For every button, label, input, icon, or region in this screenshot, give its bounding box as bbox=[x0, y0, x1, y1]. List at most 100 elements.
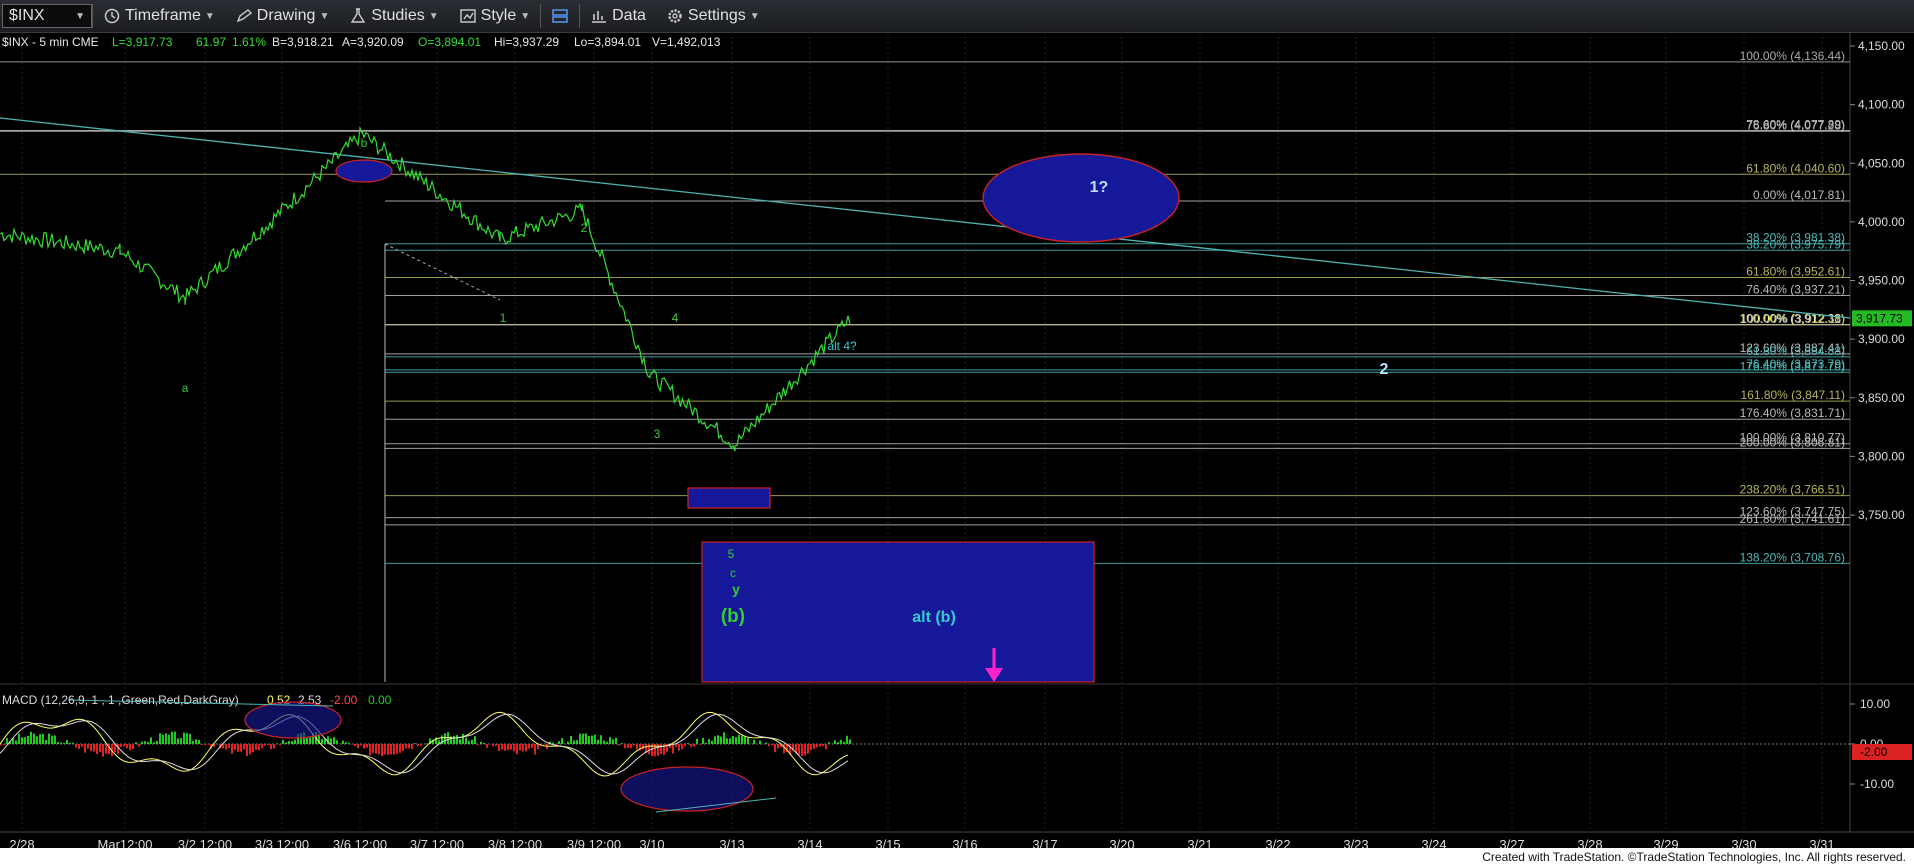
macd-bar bbox=[744, 736, 746, 744]
chevron-down-icon: ▼ bbox=[520, 10, 531, 22]
wave-label: 1? bbox=[1090, 179, 1109, 196]
trendlines bbox=[0, 117, 1851, 319]
settings-menu[interactable]: Settings ▼ bbox=[656, 0, 770, 32]
macd-bar bbox=[603, 740, 605, 744]
toolbar: $INX ▼ Timeframe ▼ Drawing ▼ Studies ▼ S… bbox=[0, 0, 1914, 33]
layout-button[interactable] bbox=[541, 0, 579, 32]
chevron-down-icon: ▼ bbox=[75, 10, 85, 22]
alt-b-box bbox=[701, 541, 1095, 683]
macd-bar bbox=[849, 739, 851, 744]
macd-bar bbox=[162, 734, 164, 744]
macd-bar bbox=[36, 736, 38, 744]
fib-label: 200.00% (3,806.81) bbox=[1740, 435, 1845, 449]
macd-bar bbox=[15, 740, 17, 744]
macd-bar bbox=[126, 744, 128, 749]
price-chart[interactable]: 100.00% (4,136.44)76.80% (4,077.28)78.60… bbox=[0, 32, 1914, 866]
flask-icon bbox=[351, 8, 366, 23]
symbol-input[interactable]: $INX ▼ bbox=[2, 4, 92, 28]
macd-bar bbox=[837, 742, 839, 744]
macd-bar bbox=[501, 744, 503, 750]
trendline-dashed bbox=[384, 243, 501, 301]
macd-bar bbox=[294, 739, 296, 744]
macd-bar bbox=[807, 744, 809, 754]
macd-bar bbox=[468, 740, 470, 744]
macd-bar bbox=[528, 744, 530, 749]
macd-bar bbox=[378, 744, 380, 755]
style-label: Style bbox=[480, 7, 517, 24]
macd-bar bbox=[168, 734, 170, 744]
wave1-target-ellipse bbox=[982, 153, 1180, 243]
macd-bar bbox=[582, 733, 584, 744]
small-target-box bbox=[687, 487, 771, 509]
macd-bar bbox=[513, 744, 515, 752]
fib-label: 61.80% (3,952.61) bbox=[1746, 264, 1845, 278]
timeframe-menu[interactable]: Timeframe ▼ bbox=[93, 0, 225, 32]
studies-menu[interactable]: Studies ▼ bbox=[339, 0, 448, 32]
macd-bar bbox=[408, 744, 410, 749]
macd-bar bbox=[480, 741, 482, 744]
fib-label: 100.00% (3,912.11) bbox=[1740, 312, 1845, 326]
macd-bar bbox=[6, 738, 8, 744]
macd-bar bbox=[18, 733, 20, 744]
macd-bar bbox=[426, 743, 428, 744]
wave-label: c bbox=[730, 566, 736, 580]
macd-header: MACD (12,26,9, 1 , 1 ,Green,Red,DarkGray… bbox=[2, 693, 239, 707]
macd-bar bbox=[462, 733, 464, 744]
macd-bar bbox=[393, 744, 395, 755]
chevron-down-icon: ▼ bbox=[428, 10, 439, 22]
macd-bar bbox=[183, 732, 185, 744]
macd-bar bbox=[567, 741, 569, 744]
fib-label: 261.80% (3,741.61) bbox=[1740, 512, 1845, 526]
macd-bar bbox=[498, 744, 500, 751]
macd-bar bbox=[267, 744, 269, 746]
price-tick-label: 3,850.00 bbox=[1858, 391, 1905, 405]
fib-label: 0.00% (4,017.81) bbox=[1753, 188, 1845, 202]
macd-bar bbox=[396, 744, 398, 754]
macd-bar bbox=[357, 744, 359, 749]
macd-bar bbox=[765, 742, 767, 744]
macd-bar bbox=[624, 744, 626, 749]
macd-bar bbox=[525, 744, 527, 752]
data-menu[interactable]: Data bbox=[580, 0, 656, 32]
volume: V=1,492,013 bbox=[652, 35, 721, 49]
data-label: Data bbox=[612, 7, 646, 24]
macd-bar bbox=[399, 744, 401, 753]
macd-bar bbox=[33, 733, 35, 744]
macd-bar bbox=[42, 734, 44, 744]
macd-bar bbox=[741, 735, 743, 744]
chevron-down-icon: ▼ bbox=[319, 10, 330, 22]
price-tick-label: 4,000.00 bbox=[1858, 215, 1905, 229]
style-menu[interactable]: Style ▼ bbox=[449, 0, 540, 32]
macd-bar bbox=[381, 744, 383, 757]
macd-bar bbox=[240, 744, 242, 752]
macd-bar bbox=[66, 740, 68, 744]
macd-bar bbox=[90, 744, 92, 752]
macd-bar bbox=[333, 737, 335, 744]
fib-label: 176.40% (3,871.70) bbox=[1740, 359, 1845, 373]
macd-bar bbox=[642, 744, 644, 750]
macd-last-marker-label: -2.00 bbox=[1860, 745, 1888, 759]
macd-bar bbox=[444, 733, 446, 744]
macd-bar bbox=[72, 742, 74, 744]
macd-bar bbox=[237, 744, 239, 752]
price-tick-label: 3,800.00 bbox=[1858, 449, 1905, 463]
macd-bar bbox=[699, 744, 701, 745]
wave-label: 2 bbox=[1380, 361, 1389, 378]
macd-bar bbox=[261, 744, 263, 749]
pencil-icon bbox=[236, 9, 252, 23]
macd-bar bbox=[519, 744, 521, 751]
macd-bar bbox=[306, 737, 308, 744]
macd-bar bbox=[492, 744, 494, 747]
price-tick-label: 4,050.00 bbox=[1858, 156, 1905, 170]
macd-bar bbox=[558, 741, 560, 744]
macd-bar bbox=[843, 741, 845, 744]
timeframe-label: Timeframe bbox=[125, 7, 201, 24]
style-icon bbox=[459, 9, 476, 23]
macd-bar bbox=[522, 744, 524, 752]
bid: B=3,918.21 bbox=[272, 35, 334, 49]
drawing-menu[interactable]: Drawing ▼ bbox=[225, 0, 340, 32]
fib-label: 38.20% (3,975.79) bbox=[1746, 237, 1845, 251]
macd-bar bbox=[204, 744, 206, 746]
wave-label: (b) bbox=[721, 606, 745, 627]
gear-icon bbox=[668, 9, 682, 23]
